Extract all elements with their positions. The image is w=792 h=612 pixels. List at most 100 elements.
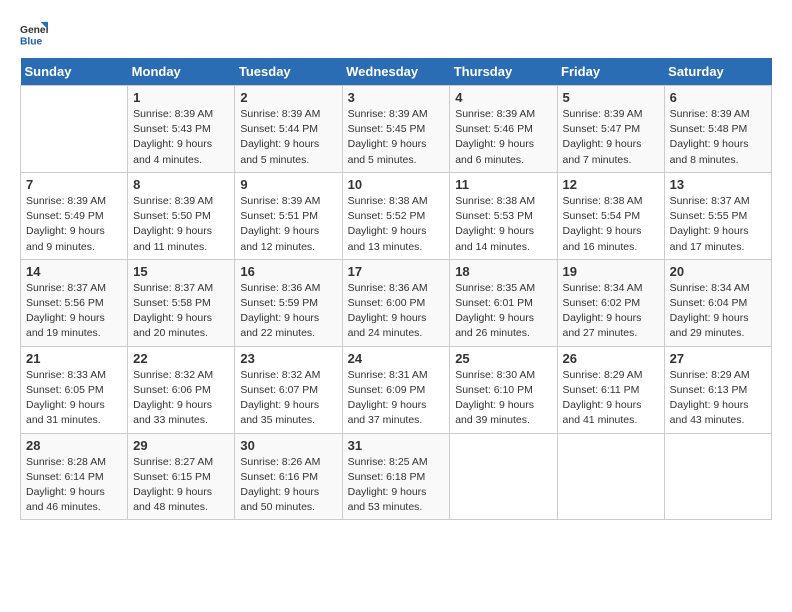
calendar-cell: 22 Sunrise: 8:32 AM Sunset: 6:06 PM Dayli… (128, 346, 235, 433)
day-info: Sunrise: 8:39 AM Sunset: 5:44 PM Dayligh… (240, 107, 336, 168)
calendar-cell (450, 433, 557, 520)
day-number: 19 (563, 264, 659, 279)
day-info: Sunrise: 8:37 AM Sunset: 5:55 PM Dayligh… (670, 194, 766, 255)
day-info: Sunrise: 8:27 AM Sunset: 6:15 PM Dayligh… (133, 455, 229, 516)
day-number: 28 (26, 438, 122, 453)
day-info: Sunrise: 8:28 AM Sunset: 6:14 PM Dayligh… (26, 455, 122, 516)
day-info: Sunrise: 8:33 AM Sunset: 6:05 PM Dayligh… (26, 368, 122, 429)
day-number: 25 (455, 351, 551, 366)
day-info: Sunrise: 8:25 AM Sunset: 6:18 PM Dayligh… (348, 455, 445, 516)
day-number: 17 (348, 264, 445, 279)
day-info: Sunrise: 8:29 AM Sunset: 6:11 PM Dayligh… (563, 368, 659, 429)
day-number: 16 (240, 264, 336, 279)
calendar-cell: 28 Sunrise: 8:28 AM Sunset: 6:14 PM Dayli… (21, 433, 128, 520)
calendar-cell: 10Sunrise: 8:38 AM Sunset: 5:52 PM Dayli… (342, 172, 450, 259)
day-info: Sunrise: 8:34 AM Sunset: 6:02 PM Dayligh… (563, 281, 659, 342)
calendar-cell: 12 Sunrise: 8:38 AM Sunset: 5:54 PM Dayli… (557, 172, 664, 259)
svg-text:Blue: Blue (20, 36, 43, 47)
day-number: 3 (348, 90, 445, 105)
logo-icon: General Blue (20, 20, 48, 48)
day-info: Sunrise: 8:35 AM Sunset: 6:01 PM Dayligh… (455, 281, 551, 342)
day-number: 12 (563, 177, 659, 192)
day-number: 11 (455, 177, 551, 192)
day-info: Sunrise: 8:26 AM Sunset: 6:16 PM Dayligh… (240, 455, 336, 516)
calendar-cell: 15 Sunrise: 8:37 AM Sunset: 5:58 PM Dayli… (128, 259, 235, 346)
day-number: 1 (133, 90, 229, 105)
day-number: 7 (26, 177, 122, 192)
calendar-cell: 1 Sunrise: 8:39 AM Sunset: 5:43 PM Daylig… (128, 86, 235, 173)
header: General Blue (20, 20, 772, 48)
day-number: 9 (240, 177, 336, 192)
day-info: Sunrise: 8:32 AM Sunset: 6:06 PM Dayligh… (133, 368, 229, 429)
calendar-cell: 26 Sunrise: 8:29 AM Sunset: 6:11 PM Dayli… (557, 346, 664, 433)
day-header-thursday: Thursday (450, 58, 557, 86)
day-info: Sunrise: 8:30 AM Sunset: 6:10 PM Dayligh… (455, 368, 551, 429)
day-info: Sunrise: 8:39 AM Sunset: 5:43 PM Dayligh… (133, 107, 229, 168)
calendar-cell: 31 Sunrise: 8:25 AM Sunset: 6:18 PM Dayli… (342, 433, 450, 520)
day-info: Sunrise: 8:31 AM Sunset: 6:09 PM Dayligh… (348, 368, 445, 429)
calendar-cell: 21Sunrise: 8:33 AM Sunset: 6:05 PM Dayli… (21, 346, 128, 433)
day-info: Sunrise: 8:39 AM Sunset: 5:46 PM Dayligh… (455, 107, 551, 168)
day-number: 22 (133, 351, 229, 366)
day-info: Sunrise: 8:39 AM Sunset: 5:45 PM Dayligh… (348, 107, 445, 168)
day-number: 29 (133, 438, 229, 453)
day-header-friday: Friday (557, 58, 664, 86)
calendar-cell: 13 Sunrise: 8:37 AM Sunset: 5:55 PM Dayli… (664, 172, 771, 259)
day-info: Sunrise: 8:39 AM Sunset: 5:50 PM Dayligh… (133, 194, 229, 255)
calendar-cell: 2Sunrise: 8:39 AM Sunset: 5:44 PM Daylig… (235, 86, 342, 173)
day-number: 13 (670, 177, 766, 192)
calendar-cell (21, 86, 128, 173)
day-info: Sunrise: 8:32 AM Sunset: 6:07 PM Dayligh… (240, 368, 336, 429)
calendar-cell: 4 Sunrise: 8:39 AM Sunset: 5:46 PM Daylig… (450, 86, 557, 173)
week-row-1: 1 Sunrise: 8:39 AM Sunset: 5:43 PM Daylig… (21, 86, 772, 173)
calendar-cell: 27 Sunrise: 8:29 AM Sunset: 6:13 PM Dayli… (664, 346, 771, 433)
day-number: 5 (563, 90, 659, 105)
calendar-cell: 19 Sunrise: 8:34 AM Sunset: 6:02 PM Dayli… (557, 259, 664, 346)
calendar-cell: 6 Sunrise: 8:39 AM Sunset: 5:48 PM Daylig… (664, 86, 771, 173)
calendar-cell: 17Sunrise: 8:36 AM Sunset: 6:00 PM Dayli… (342, 259, 450, 346)
day-header-sunday: Sunday (21, 58, 128, 86)
calendar-cell: 23 Sunrise: 8:32 AM Sunset: 6:07 PM Dayli… (235, 346, 342, 433)
day-info: Sunrise: 8:36 AM Sunset: 5:59 PM Dayligh… (240, 281, 336, 342)
calendar-cell: 7 Sunrise: 8:39 AM Sunset: 5:49 PM Daylig… (21, 172, 128, 259)
calendar-cell: 8 Sunrise: 8:39 AM Sunset: 5:50 PM Daylig… (128, 172, 235, 259)
day-number: 10 (348, 177, 445, 192)
day-info: Sunrise: 8:34 AM Sunset: 6:04 PM Dayligh… (670, 281, 766, 342)
day-info: Sunrise: 8:39 AM Sunset: 5:48 PM Dayligh… (670, 107, 766, 168)
day-header-tuesday: Tuesday (235, 58, 342, 86)
day-number: 14 (26, 264, 122, 279)
day-header-wednesday: Wednesday (342, 58, 450, 86)
day-info: Sunrise: 8:37 AM Sunset: 5:58 PM Dayligh… (133, 281, 229, 342)
calendar-cell: 25 Sunrise: 8:30 AM Sunset: 6:10 PM Dayli… (450, 346, 557, 433)
day-number: 8 (133, 177, 229, 192)
calendar-cell: 5 Sunrise: 8:39 AM Sunset: 5:47 PM Daylig… (557, 86, 664, 173)
calendar-cell (664, 433, 771, 520)
calendar-cell: 24 Sunrise: 8:31 AM Sunset: 6:09 PM Dayli… (342, 346, 450, 433)
day-number: 31 (348, 438, 445, 453)
calendar-table: SundayMondayTuesdayWednesdayThursdayFrid… (20, 58, 772, 520)
day-number: 27 (670, 351, 766, 366)
day-number: 15 (133, 264, 229, 279)
day-info: Sunrise: 8:39 AM Sunset: 5:47 PM Dayligh… (563, 107, 659, 168)
calendar-cell (557, 433, 664, 520)
day-info: Sunrise: 8:37 AM Sunset: 5:56 PM Dayligh… (26, 281, 122, 342)
calendar-cell: 30 Sunrise: 8:26 AM Sunset: 6:16 PM Dayli… (235, 433, 342, 520)
calendar-cell: 20Sunrise: 8:34 AM Sunset: 6:04 PM Dayli… (664, 259, 771, 346)
calendar-cell: 29 Sunrise: 8:27 AM Sunset: 6:15 PM Dayli… (128, 433, 235, 520)
day-number: 6 (670, 90, 766, 105)
week-row-2: 7 Sunrise: 8:39 AM Sunset: 5:49 PM Daylig… (21, 172, 772, 259)
day-number: 18 (455, 264, 551, 279)
day-number: 24 (348, 351, 445, 366)
day-info: Sunrise: 8:29 AM Sunset: 6:13 PM Dayligh… (670, 368, 766, 429)
day-number: 30 (240, 438, 336, 453)
day-info: Sunrise: 8:39 AM Sunset: 5:49 PM Dayligh… (26, 194, 122, 255)
calendar-cell: 11Sunrise: 8:38 AM Sunset: 5:53 PM Dayli… (450, 172, 557, 259)
calendar-cell: 18 Sunrise: 8:35 AM Sunset: 6:01 PM Dayli… (450, 259, 557, 346)
day-number: 26 (563, 351, 659, 366)
day-info: Sunrise: 8:38 AM Sunset: 5:54 PM Dayligh… (563, 194, 659, 255)
day-number: 4 (455, 90, 551, 105)
day-number: 23 (240, 351, 336, 366)
week-row-4: 21Sunrise: 8:33 AM Sunset: 6:05 PM Dayli… (21, 346, 772, 433)
day-header-saturday: Saturday (664, 58, 771, 86)
day-header-monday: Monday (128, 58, 235, 86)
